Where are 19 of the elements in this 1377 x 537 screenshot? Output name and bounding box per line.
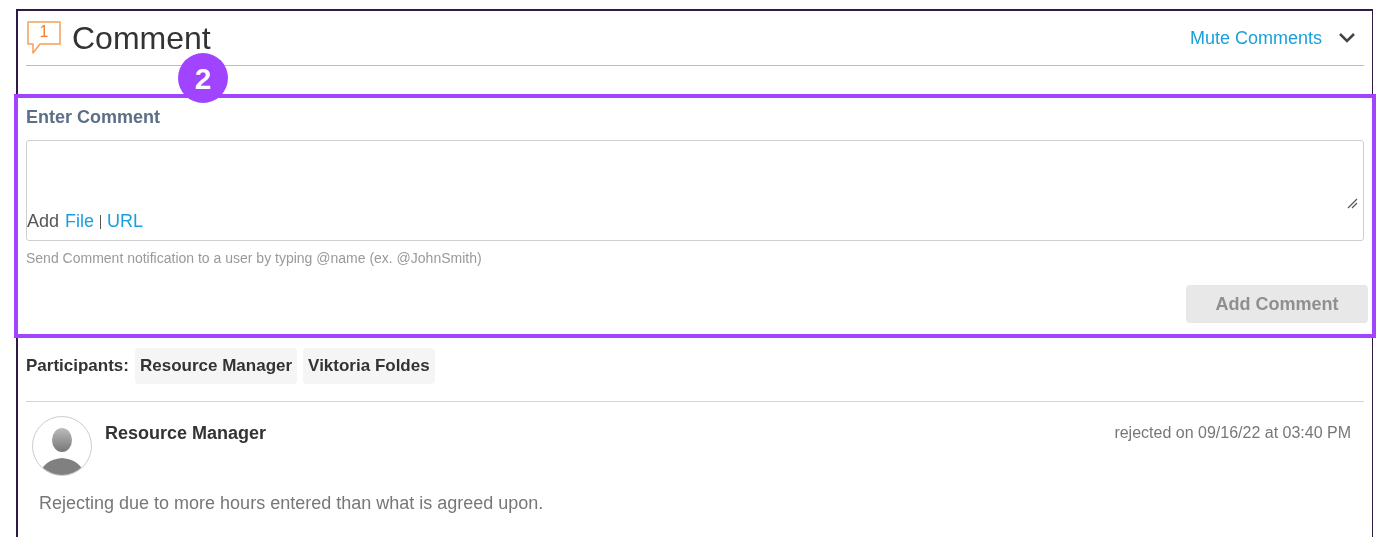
comment-timestamp: rejected on 09/16/22 at 03:40 PM	[1114, 423, 1351, 443]
participant-chip: Resource Manager	[135, 348, 298, 384]
attach-link[interactable]: File	[65, 208, 95, 235]
step-badge: 2	[178, 53, 228, 103]
comment-author: Resource Manager	[105, 422, 267, 445]
hint-text: Send Comment notification to a user by typing @name (ex. @JohnSmith)	[26, 249, 483, 268]
comment-input-field[interactable]: Add File URL	[26, 140, 1364, 241]
section-title: Comment	[72, 22, 211, 54]
chevron-down-icon[interactable]	[1338, 32, 1356, 44]
participant-chip: Viktoria Foldes	[303, 348, 435, 384]
field-label: Enter Comment	[26, 106, 161, 129]
resize-handle-icon[interactable]	[1346, 197, 1358, 209]
attach-link[interactable]: URL	[107, 208, 144, 235]
avatar-icon	[32, 416, 92, 476]
add-label: Add	[27, 210, 60, 233]
participants-label: Participants:	[26, 355, 129, 378]
comment-count-icon: 1	[26, 20, 62, 56]
mute-comments-link[interactable]: Mute Comments	[1189, 24, 1322, 52]
comment-body: Rejecting due to more hours entered than what is agreed upon.	[39, 492, 545, 515]
